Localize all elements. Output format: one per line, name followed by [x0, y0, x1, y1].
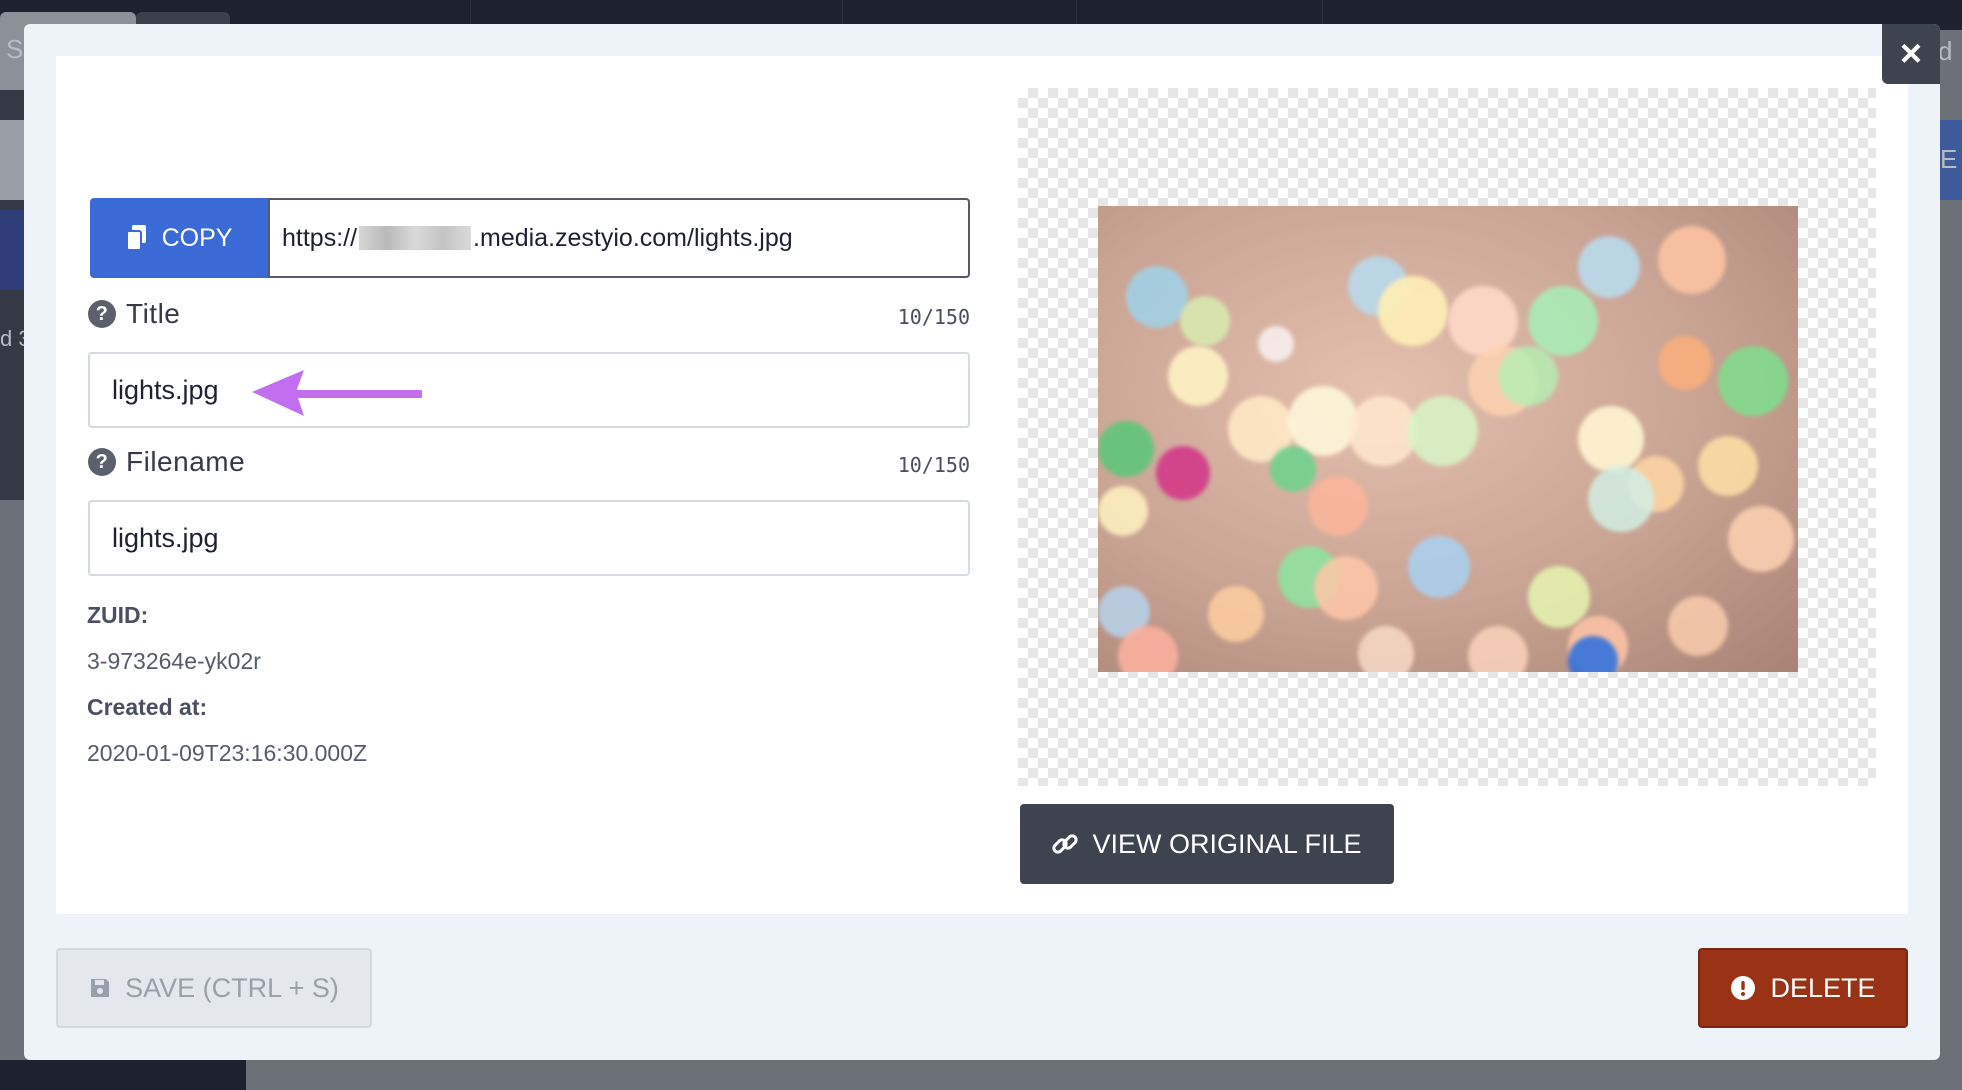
background-text: d — [1938, 36, 1953, 66]
view-original-file-button[interactable]: VIEW ORIGINAL FILE — [1020, 804, 1394, 884]
copy-button-label: COPY — [161, 223, 233, 252]
zuid-value: 3-973264e-yk02r — [87, 648, 261, 674]
background-sidebar-item — [0, 120, 26, 200]
title-input[interactable]: lights.jpg — [88, 352, 970, 428]
close-button[interactable]: × — [1882, 24, 1940, 84]
background-footer — [0, 1060, 246, 1090]
filename-input[interactable]: lights.jpg — [88, 500, 970, 576]
title-char-counter: 10/150 — [897, 305, 970, 329]
filename-input-value: lights.jpg — [112, 522, 219, 553]
help-icon[interactable]: ? — [88, 300, 116, 328]
file-url-field[interactable]: https:// .media.zestyio.com/lights.jpg — [268, 198, 970, 278]
view-original-file-label: VIEW ORIGINAL FILE — [1092, 828, 1362, 859]
created-at-label: Created at: — [87, 694, 208, 720]
background-sidebar-item-active — [0, 210, 26, 290]
zuid-label: ZUID: — [87, 602, 149, 628]
help-icon[interactable]: ? — [88, 448, 116, 476]
close-icon: × — [1899, 33, 1923, 75]
background-text: S — [6, 34, 24, 64]
title-field-label: ? Title — [88, 298, 180, 330]
title-label-text: Title — [126, 298, 181, 329]
link-icon — [1052, 834, 1079, 854]
filename-label-text: Filename — [126, 446, 246, 477]
created-at-value: 2020-01-09T23:16:30.000Z — [87, 740, 368, 766]
url-suffix: .media.zestyio.com/lights.jpg — [473, 223, 793, 252]
alert-icon — [1731, 976, 1756, 1000]
title-input-value: lights.jpg — [112, 374, 219, 405]
url-prefix: https:// — [282, 223, 358, 252]
save-button[interactable]: SAVE (CTRL + S) — [56, 948, 372, 1028]
background-text: E — [1940, 144, 1958, 174]
copy-url-button[interactable]: COPY — [90, 198, 268, 278]
save-icon — [91, 979, 110, 997]
redacted-subdomain — [359, 226, 472, 250]
copy-icon — [125, 225, 146, 251]
filename-field-label: ? Filename — [88, 446, 245, 478]
save-button-label: SAVE (CTRL + S) — [125, 972, 339, 1003]
delete-button-label: DELETE — [1770, 972, 1876, 1003]
delete-button[interactable]: DELETE — [1698, 948, 1908, 1028]
annotation-arrow-icon — [252, 370, 422, 416]
image-preview — [1098, 206, 1798, 672]
filename-char-counter: 10/150 — [897, 453, 970, 477]
